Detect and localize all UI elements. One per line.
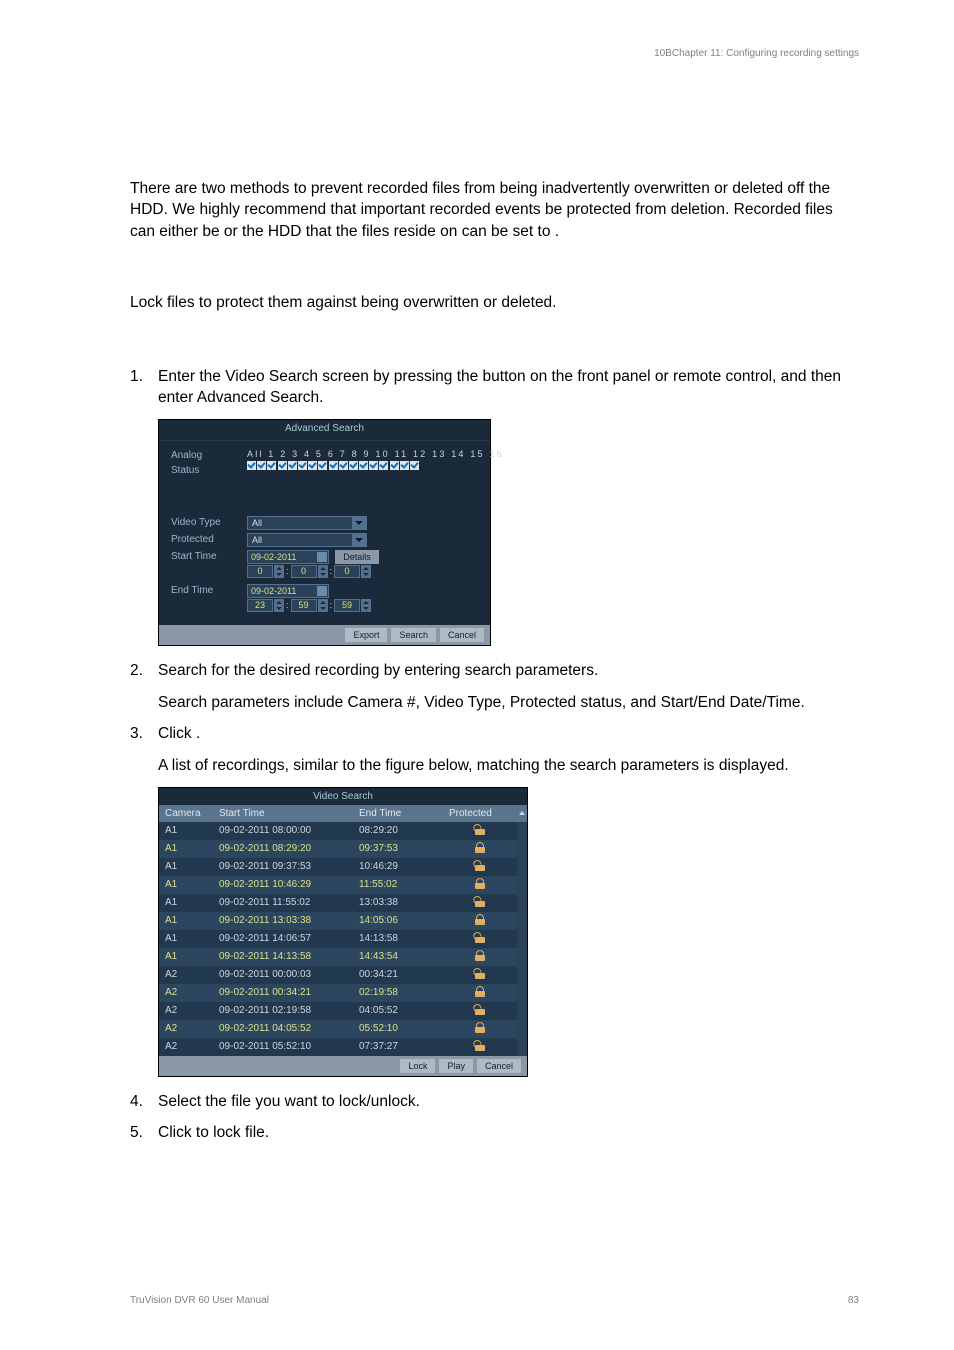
step-1: 1. Enter the Video Search screen by pres… <box>130 366 859 409</box>
lock-icon <box>475 1022 485 1033</box>
cancel-button[interactable]: Cancel <box>477 1059 521 1073</box>
intro-paragraph: There are two methods to prevent recorde… <box>130 178 859 242</box>
scroll-up-icon[interactable] <box>517 808 527 818</box>
unlock-icon <box>475 1040 485 1051</box>
page-header: 10BChapter 11: Configuring recording set… <box>654 48 859 59</box>
lockfiles-intro: Lock files to protect them against being… <box>130 292 859 313</box>
lock-icon <box>475 878 485 889</box>
table-row[interactable]: A109-02-2011 14:13:5814:43:54 <box>159 948 527 966</box>
cancel-button[interactable]: Cancel <box>440 628 484 642</box>
chevron-down-icon <box>352 517 366 529</box>
unlock-icon <box>475 932 485 943</box>
camera-numbers: All 1 2 3 4 5 6 7 8 9 10 11 12 13 14 15 … <box>247 449 504 459</box>
step-2: 2. Search for the desired recording by e… <box>130 660 859 682</box>
calendar-icon <box>317 552 327 562</box>
export-button[interactable]: Export <box>345 628 387 642</box>
step-3-sub: A list of recordings, similar to the fig… <box>158 755 859 777</box>
chevron-down-icon <box>352 534 366 546</box>
end-time-label: End Time <box>171 584 247 596</box>
search-results-table: Camera Start Time End Time Protected A10… <box>159 805 527 1056</box>
unlock-icon <box>475 968 485 979</box>
advanced-search-dialog: Advanced Search Analog Status All 1 2 3 … <box>158 419 491 646</box>
start-date-field[interactable]: 09-02-2011 <box>247 550 329 564</box>
table-row[interactable]: A109-02-2011 14:06:5714:13:58 <box>159 930 527 948</box>
unlock-icon <box>475 896 485 907</box>
end-time-spinner[interactable]: 23 : 59 : 59 <box>247 599 371 612</box>
protected-dropdown[interactable]: All <box>247 533 367 547</box>
table-row[interactable]: A209-02-2011 00:34:2102:19:58 <box>159 984 527 1002</box>
table-row[interactable]: A109-02-2011 11:55:0213:03:38 <box>159 894 527 912</box>
step-5: 5. Click to lock file. <box>130 1122 859 1144</box>
step-4: 4. Select the file you want to lock/unlo… <box>130 1091 859 1113</box>
end-date-field[interactable]: 09-02-2011 <box>247 584 329 598</box>
table-row[interactable]: A109-02-2011 10:46:2911:55:02 <box>159 876 527 894</box>
col-camera[interactable]: Camera <box>159 805 213 822</box>
protected-label: Protected <box>171 533 247 545</box>
search-button[interactable]: Search <box>391 628 436 642</box>
dialog-title: Video Search <box>159 788 527 805</box>
table-row[interactable]: A209-02-2011 05:52:1007:37:27 <box>159 1038 527 1056</box>
unlock-icon <box>475 824 485 835</box>
details-button[interactable]: Details <box>335 550 379 564</box>
table-row[interactable]: A109-02-2011 13:03:3814:05:06 <box>159 912 527 930</box>
dialog-title: Advanced Search <box>159 420 490 441</box>
lock-button[interactable]: Lock <box>400 1059 435 1073</box>
lock-icon <box>475 950 485 961</box>
manual-title: TruVision DVR 60 User Manual <box>130 1295 269 1306</box>
table-row[interactable]: A109-02-2011 08:00:0008:29:20 <box>159 822 527 840</box>
calendar-icon <box>317 586 327 596</box>
video-search-dialog: Video Search Camera Start Time End Time … <box>158 787 528 1077</box>
lock-icon <box>475 986 485 997</box>
table-row[interactable]: A109-02-2011 09:37:5310:46:29 <box>159 858 527 876</box>
step-2-sub: Search parameters include Camera #, Vide… <box>158 692 859 714</box>
table-row[interactable]: A209-02-2011 04:05:5205:52:10 <box>159 1020 527 1038</box>
video-type-label: Video Type <box>171 516 247 528</box>
unlock-icon <box>475 1004 485 1015</box>
col-start-time[interactable]: Start Time <box>213 805 353 822</box>
table-row[interactable]: A209-02-2011 02:19:5804:05:52 <box>159 1002 527 1020</box>
step-3: 3. Click . <box>130 723 859 745</box>
start-time-spinner[interactable]: 0 : 0 : 0 <box>247 565 379 578</box>
start-time-label: Start Time <box>171 550 247 562</box>
page-number: 83 <box>848 1295 859 1306</box>
scrollbar[interactable] <box>517 822 527 1056</box>
lock-icon <box>475 842 485 853</box>
video-type-dropdown[interactable]: All <box>247 516 367 530</box>
status-label: Status <box>171 464 247 476</box>
lock-icon <box>475 914 485 925</box>
analog-label: Analog <box>171 449 247 461</box>
page-footer: TruVision DVR 60 User Manual 83 <box>130 1295 859 1306</box>
unlock-icon <box>475 860 485 871</box>
play-button[interactable]: Play <box>439 1059 473 1073</box>
table-row[interactable]: A209-02-2011 00:00:0300:34:21 <box>159 966 527 984</box>
table-row[interactable]: A109-02-2011 08:29:2009:37:53 <box>159 840 527 858</box>
col-end-time[interactable]: End Time <box>353 805 443 822</box>
camera-checkboxes[interactable] <box>247 461 504 470</box>
col-protected[interactable]: Protected <box>443 805 517 822</box>
